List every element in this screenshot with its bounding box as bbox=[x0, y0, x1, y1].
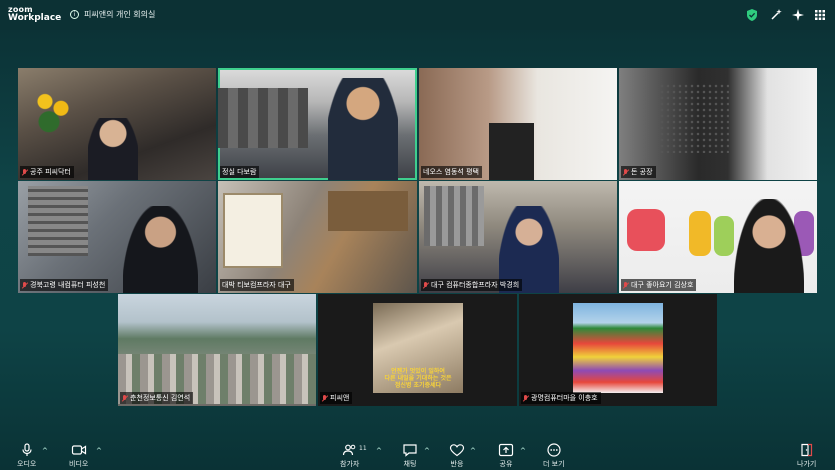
heart-icon bbox=[449, 444, 465, 457]
sunflowers bbox=[33, 88, 73, 133]
audio-options-caret[interactable]: ^ bbox=[42, 447, 48, 455]
security-shield-icon[interactable] bbox=[745, 8, 759, 22]
participant-name-tag: 대구 좋아요기 김상호 bbox=[621, 279, 697, 291]
microphone-icon bbox=[22, 443, 32, 456]
muted-mic-icon bbox=[423, 281, 429, 289]
video-tile-2[interactable]: 네오스 염동석 평택 bbox=[419, 68, 617, 180]
participant-name-tag: 춘천정보통신 김연석 bbox=[120, 392, 194, 404]
ai-companion-icon[interactable] bbox=[769, 8, 783, 22]
meeting-title: 피씨앤의 개인 회의실 bbox=[84, 10, 156, 19]
shelf-background bbox=[218, 88, 308, 148]
certificate-frame bbox=[223, 193, 283, 268]
participants-count: 11 bbox=[359, 445, 367, 452]
video-tile-4[interactable]: 경북고령 내컴퓨터 피성천 bbox=[18, 181, 216, 293]
video-tile-1-active-speaker[interactable]: 정실 다보람 bbox=[218, 68, 417, 180]
participant-name-tag: 돈 공장 bbox=[621, 166, 656, 178]
more-button[interactable]: 더 보기 bbox=[543, 443, 565, 469]
muted-mic-icon bbox=[122, 394, 128, 402]
participants-icon bbox=[342, 444, 355, 456]
video-tile-0[interactable]: 공주 피씨닥터 bbox=[18, 68, 216, 180]
equipment-rack bbox=[28, 186, 88, 256]
participant-name-tag: 광명컴퓨터마을 이충호 bbox=[521, 392, 601, 404]
audio-button[interactable]: 오디오 bbox=[17, 443, 36, 469]
participant-figure bbox=[123, 206, 198, 293]
participant-name-tag: 정실 다보람 bbox=[220, 166, 260, 178]
video-tile-3[interactable]: 돈 공장 bbox=[619, 68, 817, 180]
leave-door-icon bbox=[801, 443, 812, 457]
participant-name-tag: 공주 피씨닥터 bbox=[20, 166, 74, 178]
video-camera-icon bbox=[71, 445, 86, 455]
video-tile-10[interactable]: 광명컴퓨터마을 이충호 bbox=[519, 294, 717, 406]
participants-button[interactable]: 참가자 bbox=[340, 443, 359, 469]
grid-view-icon[interactable] bbox=[813, 8, 827, 22]
video-tile-6[interactable]: 대구 컴퓨터종합프라자 박경희 bbox=[419, 181, 617, 293]
shelving bbox=[424, 186, 484, 246]
chat-options-caret[interactable]: ^ bbox=[424, 447, 430, 455]
reactions-options-caret[interactable]: ^ bbox=[470, 447, 476, 455]
sparkle-icon[interactable] bbox=[791, 8, 805, 22]
top-bar: zoom Workplace i 피씨앤의 개인 회의실 bbox=[0, 0, 835, 30]
avatar-image: 언젠가 멋있이 일하여 다른 내일을 기대하는 것은 정신병 초기증세다 bbox=[373, 303, 463, 393]
share-screen-icon bbox=[498, 443, 514, 457]
video-button[interactable]: 비디오 bbox=[69, 443, 88, 469]
chat-button[interactable]: 채팅 bbox=[402, 443, 418, 469]
participant-name-tag: 대구 컴퓨터종합프라자 박경희 bbox=[421, 279, 523, 291]
muted-mic-icon bbox=[22, 168, 28, 176]
muted-mic-icon bbox=[22, 281, 28, 289]
participant-name-tag: 피씨앤 bbox=[320, 392, 353, 404]
info-icon[interactable]: i bbox=[70, 10, 79, 19]
video-tile-7[interactable]: 대구 좋아요기 김상호 bbox=[619, 181, 817, 293]
video-tile-5[interactable]: 대박 티보컴프라자 대구 bbox=[218, 181, 417, 293]
participant-figure bbox=[734, 199, 804, 293]
muted-mic-icon bbox=[322, 394, 328, 402]
participant-name-tag: 네오스 염동석 평택 bbox=[421, 166, 482, 178]
reactions-button[interactable]: 반응 bbox=[449, 443, 465, 469]
video-tile-9[interactable]: 언젠가 멋있이 일하여 다른 내일을 기대하는 것은 정신병 초기증세다 피씨앤 bbox=[318, 294, 517, 406]
muted-mic-icon bbox=[623, 168, 629, 176]
mascot-red bbox=[627, 209, 665, 251]
avatar-image bbox=[573, 303, 663, 393]
mascot-green bbox=[714, 216, 734, 256]
participants-options-caret[interactable]: ^ bbox=[376, 447, 382, 455]
participant-figure bbox=[328, 78, 398, 180]
gaming-chair bbox=[489, 123, 534, 180]
meeting-info[interactable]: i 피씨앤의 개인 회의실 bbox=[70, 9, 155, 20]
chat-icon bbox=[403, 444, 417, 457]
share-button[interactable]: 공유 bbox=[498, 443, 514, 469]
video-options-caret[interactable]: ^ bbox=[96, 447, 102, 455]
participant-name-tag: 대박 티보컴프라자 대구 bbox=[220, 279, 294, 291]
leave-button[interactable]: 나가기 bbox=[797, 443, 816, 469]
share-options-caret[interactable]: ^ bbox=[520, 447, 526, 455]
mascot-yellow bbox=[689, 211, 711, 256]
muted-mic-icon bbox=[523, 394, 529, 402]
zoom-logo: zoom Workplace bbox=[8, 5, 62, 23]
participant-name-tag: 경북고령 내컴퓨터 피성천 bbox=[20, 279, 109, 291]
boxes bbox=[328, 191, 408, 231]
pegboard bbox=[659, 83, 729, 153]
video-tile-8[interactable]: 춘천정보통신 김연석 bbox=[118, 294, 316, 406]
participant-figure bbox=[88, 118, 138, 180]
muted-mic-icon bbox=[623, 281, 629, 289]
more-dots-icon bbox=[547, 443, 561, 457]
